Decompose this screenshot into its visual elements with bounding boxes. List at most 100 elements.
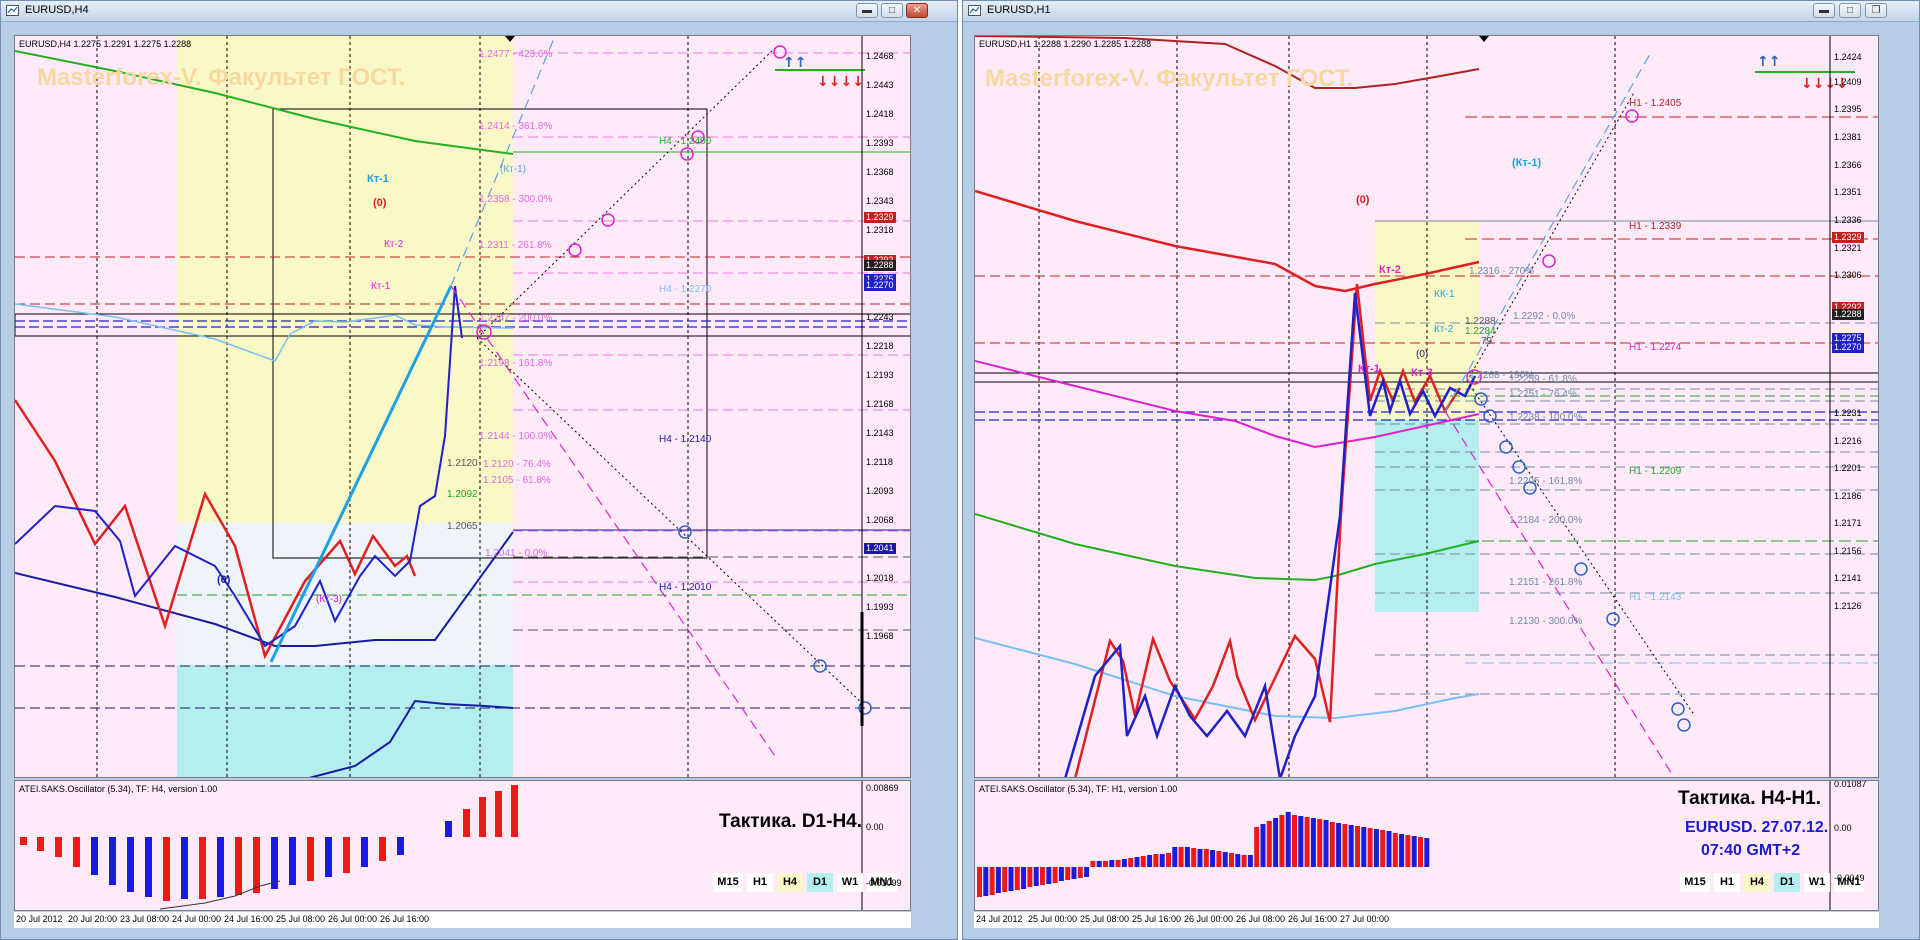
chart-annotation: (0)	[373, 197, 387, 209]
oscillator-bar	[1090, 861, 1096, 867]
price-axis-label: 1.2218	[866, 341, 894, 351]
chart-annotation: (Кт-1)	[1512, 157, 1542, 169]
oscillator-bar	[1084, 867, 1090, 877]
time-axis: 24 Jul 2012 25 Jul 00:00 25 Jul 08:00 25 Ju…	[974, 912, 1879, 928]
oscillator-bar	[1411, 836, 1417, 867]
oscillator-bar	[1216, 851, 1222, 867]
price-axis-label: 1.2243	[866, 312, 894, 322]
oscillator-bar	[1166, 853, 1171, 867]
chart-annotation: 1.2238 - 100.0%	[1509, 412, 1583, 423]
oscillator-bar	[145, 837, 152, 897]
watermark: Masterforex-V. Факультет ГОСТ.	[985, 65, 1354, 92]
oscillator-bar	[289, 837, 296, 885]
price-axis-label: 1.1968	[866, 631, 894, 641]
chart-annotation: 1.2144 - 100.0%	[479, 431, 553, 442]
restore-button[interactable]: ❐	[1865, 3, 1887, 18]
chart-annotation: 1.2414 - 361.8%	[479, 121, 553, 132]
oscillator-bar	[1134, 857, 1140, 867]
oscillator-bar	[1014, 867, 1020, 890]
chart-annotation: H1 - 1.2339	[1629, 221, 1682, 232]
oscillator-bar	[37, 837, 44, 851]
oscillator-bar	[1046, 867, 1052, 884]
oscillator-bar	[1096, 861, 1102, 867]
price-axis-label: 1.2409	[1834, 77, 1862, 87]
oscillator-bar	[1128, 858, 1134, 867]
oscillator-bar	[397, 837, 404, 855]
time-axis-label: 26 Jul 16:00	[380, 914, 430, 924]
oscillator-bar	[1147, 855, 1153, 867]
oscillator-bar	[1153, 854, 1159, 867]
chart-annotation: 1.2247 - 200.0%	[479, 313, 553, 324]
chart-annotation: 1.2151 - 261.8%	[1509, 577, 1583, 588]
price-axis-label: 1.2321	[1834, 243, 1862, 253]
time-axis-label: 24 Jul 16:00	[224, 914, 274, 924]
maximize-button[interactable]: □	[1839, 3, 1861, 18]
close-button[interactable]: ✕	[906, 3, 928, 18]
oscillator-bar	[199, 837, 206, 899]
price-axis-label: 1.2468	[866, 51, 894, 61]
oscillator-bar	[1235, 854, 1241, 867]
oscillator-scale-label: 0.01087	[1834, 780, 1867, 789]
oscillator-pane[interactable]: ATEI.SAKS.Oscillator (5.34), TF: H4, ver…	[14, 780, 911, 911]
oscillator-bar	[217, 837, 224, 897]
oscillator-bar	[181, 837, 188, 899]
price-axis-label: 1.2395	[1834, 104, 1862, 114]
oscillator-bar	[325, 837, 332, 877]
time-axis-label: 26 Jul 00:00	[1184, 914, 1234, 924]
timeframe-m15: M15	[713, 873, 743, 892]
title-bar[interactable]: EURUSD,H4 ▬ □ ✕	[1, 1, 957, 22]
oscillator-bar	[307, 837, 314, 881]
timeframe-d1: D1	[807, 873, 833, 892]
price-axis-label: 1.2351	[1834, 187, 1862, 197]
chart-annotation: (Кт-1)	[500, 164, 526, 175]
price-axis-label: 1.2141	[1834, 573, 1862, 583]
oscillator-bar	[1052, 867, 1058, 883]
main-chart-area[interactable]: ↑↑ ↓↓↓↓ EURUSD,H1 1.2288 1.2290 1.2285 1…	[974, 35, 1879, 778]
oscillator-header: ATEI.SAKS.Oscillator (5.34), TF: H1, ver…	[979, 784, 1178, 794]
chart-annotation: 1.2092	[447, 489, 478, 500]
chart-annotation: 1.2120 - 76.4%	[483, 459, 551, 470]
oscillator-bar	[1247, 855, 1253, 867]
minimize-button[interactable]: ▬	[856, 3, 878, 18]
timeframe-m15: M15	[1680, 873, 1710, 892]
oscillator-bar	[1115, 860, 1121, 867]
chart-window-eurusd-h1[interactable]: EURUSD,H1 ▬ □ ❐ ↑↑ ↓↓↓↓ EURUSD,H1 1.2288…	[962, 0, 1920, 940]
price-axis-label: 1.2171	[1834, 518, 1862, 528]
minimize-button[interactable]: ▬	[1813, 3, 1835, 18]
price-badge: 1.2329	[864, 212, 896, 223]
chart-annotation: Кт-1	[1358, 363, 1380, 375]
chart-annotation: 1.2198 - 161.8%	[479, 358, 553, 369]
timeframe-h1: H1	[1714, 873, 1740, 892]
time-axis-label: 20 Jul 20:00	[68, 914, 118, 924]
chart-window-eurusd-h4[interactable]: EURUSD,H4 ▬ □ ✕ ↑↑ ↓↓↓↓ EURUSD,H4 1.2275…	[0, 0, 958, 940]
time-axis-label: 25 Jul 08:00	[1080, 914, 1130, 924]
price-badge: 1.2329	[1832, 232, 1864, 243]
price-axis-label: 1.2306	[1834, 270, 1862, 280]
chart-annotation: 1.2041 - 0.0%	[485, 548, 548, 559]
oscillator-bar	[1197, 849, 1203, 867]
maximize-button[interactable]: □	[881, 3, 903, 18]
price-axis-label: 1.2186	[1834, 491, 1862, 501]
window-title: EURUSD,H4	[25, 4, 89, 16]
time-axis-label: 26 Jul 08:00	[1236, 914, 1286, 924]
time-axis-label: 27 Jul 00:00	[1340, 914, 1390, 924]
oscillator-bar	[983, 867, 989, 896]
oscillator-bar	[1373, 829, 1379, 867]
oscillator-bar	[109, 837, 116, 885]
price-badge: 1.2288	[1832, 309, 1864, 320]
oscillator-bar	[1285, 812, 1291, 867]
timeframe-w1: W1	[837, 873, 863, 892]
price-chart: ↑↑ ↓↓↓↓	[15, 36, 910, 777]
svg-text:↓↓↓↓: ↓↓↓↓	[817, 74, 864, 90]
main-chart-area[interactable]: ↑↑ ↓↓↓↓ EURUSD,H4 1.2275 1.2291 1.2275 1…	[14, 35, 911, 778]
price-badge: 1.2270	[864, 280, 896, 291]
oscillator-bar	[1203, 849, 1209, 867]
oscillator-bar	[1304, 817, 1310, 867]
oscillator-bar	[1021, 867, 1027, 889]
chart-annotation: H1 - 1.2143	[1629, 592, 1682, 603]
title-bar[interactable]: EURUSD,H1 ▬ □ ❐	[963, 1, 1919, 22]
oscillator-pane[interactable]: ATEI.SAKS.Oscillator (5.34), TF: H1, ver…	[974, 780, 1879, 911]
time-axis-label: 25 Jul 08:00	[276, 914, 326, 924]
oscillator-bar	[1361, 827, 1367, 867]
chart-annotation: Кт-2	[1379, 264, 1401, 276]
